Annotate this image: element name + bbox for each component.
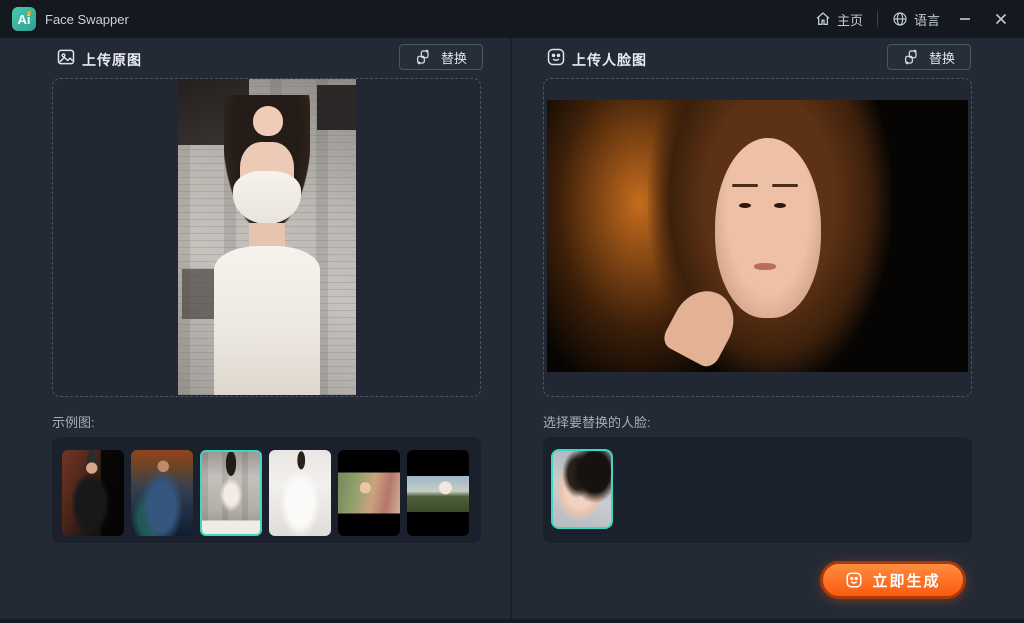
minimize-icon [958, 12, 972, 26]
generate-button[interactable]: 立即生成 [820, 561, 966, 599]
right-replace-label: 替换 [929, 48, 955, 67]
example-thumb-man-in-dark-suit-and-cap[interactable] [62, 450, 124, 536]
close-icon [994, 12, 1008, 26]
home-label: 主页 [837, 10, 863, 29]
language-button[interactable]: 语言 [892, 10, 940, 29]
portrait-brow [732, 184, 758, 187]
minimize-button[interactable] [954, 8, 976, 30]
example-thumb-woman-white-top-newspaper-wall-selected[interactable] [200, 450, 262, 536]
face-thumb-asian-woman-face-selected[interactable] [551, 449, 613, 529]
portrait-lips [754, 263, 776, 270]
logo-dot [27, 11, 31, 15]
example-thumb-bride-in-white-dress[interactable] [269, 450, 331, 536]
titlebar: Ai Face Swapper 主页 语言 [0, 0, 1024, 38]
select-face-label: 选择要替换的人脸: [543, 412, 651, 431]
swap-icon [415, 49, 431, 65]
portrait-face [715, 138, 820, 318]
face-icon [845, 571, 863, 589]
newspaper-photo-patch [317, 85, 356, 129]
titlebar-separator [877, 11, 878, 27]
window-bottom-edge [0, 619, 1024, 623]
home-icon [815, 11, 831, 27]
face-icon [546, 47, 566, 67]
app-window: Ai Face Swapper 主页 语言 上传原图 替换 [0, 0, 1024, 623]
image-icon [56, 47, 76, 67]
examples-label: 示例图: [52, 412, 95, 431]
face-image[interactable] [547, 100, 968, 372]
left-replace-button[interactable]: 替换 [399, 44, 483, 70]
original-image[interactable] [178, 79, 356, 395]
figure-white-skirt [214, 246, 321, 395]
example-thumb-man-in-blue-armor[interactable] [131, 450, 193, 536]
app-logo-icon: Ai [12, 7, 36, 31]
figure-waist [249, 223, 285, 248]
swap-icon [903, 49, 919, 65]
portrait-brow [772, 184, 798, 187]
generate-label: 立即生成 [872, 570, 940, 591]
close-button[interactable] [990, 8, 1012, 30]
left-replace-label: 替换 [441, 48, 467, 67]
left-panel-title: 上传原图 [82, 50, 142, 70]
right-panel-title: 上传人脸图 [572, 50, 647, 70]
globe-icon [892, 11, 908, 27]
right-replace-button[interactable]: 替换 [887, 44, 971, 70]
home-button[interactable]: 主页 [815, 10, 863, 29]
figure-face [253, 106, 283, 136]
app-title: Face Swapper [45, 12, 129, 27]
panel-divider [510, 38, 512, 623]
example-thumb-blonde-woman-outdoors[interactable] [338, 450, 400, 536]
example-thumb-woman-in-white-dress-in-field[interactable] [407, 450, 469, 536]
language-label: 语言 [914, 10, 940, 29]
